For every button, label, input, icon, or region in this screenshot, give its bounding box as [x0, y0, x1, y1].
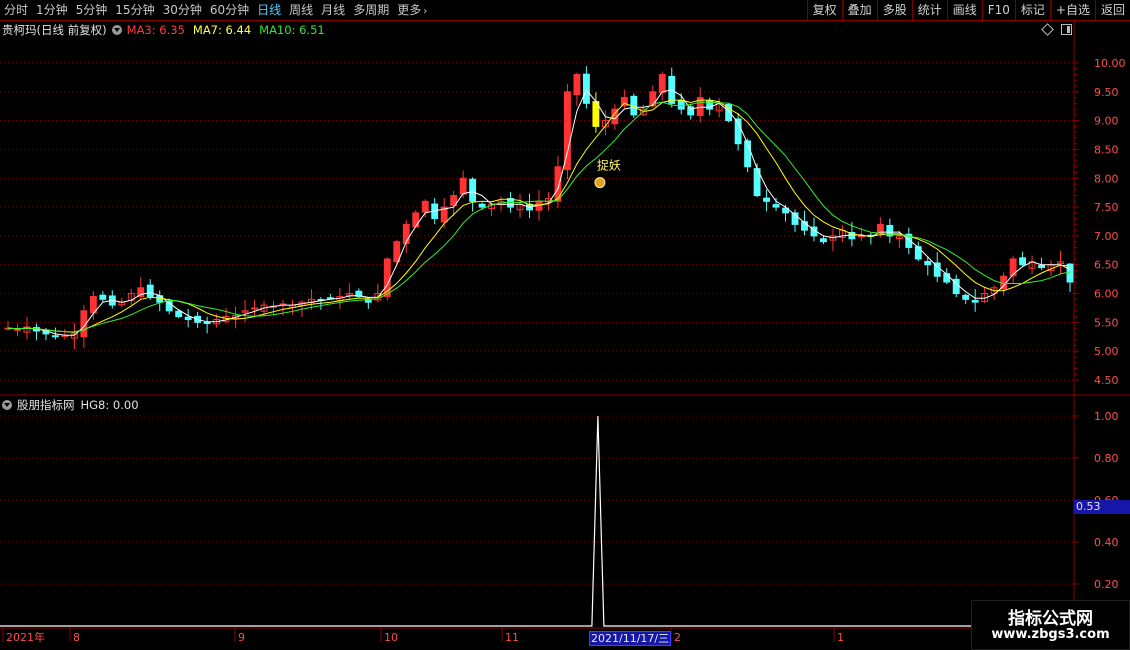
price-tick-label: 5.50 [1094, 316, 1119, 329]
price-panel-header: 贵柯玛(日线 前复权) MA3: 6.35 MA7: 6.44 MA10: 6.… [2, 23, 325, 37]
price-tick-label: 7.50 [1094, 201, 1119, 214]
candle-body [876, 223, 884, 234]
xaxis-label: 11 [505, 631, 519, 644]
candle-body [1038, 264, 1045, 269]
candle-body [772, 204, 780, 208]
candle-body [971, 299, 979, 303]
candle-body [687, 106, 695, 116]
candle-body [658, 74, 666, 94]
candle-body [554, 166, 562, 202]
indicator-tick-label: 0.20 [1094, 578, 1119, 591]
candle-body [402, 223, 410, 245]
candle-body [914, 246, 922, 260]
indicator-tick-label: 1.00 [1094, 410, 1119, 423]
price-tick-label: 4.50 [1094, 374, 1119, 387]
hg8-line [0, 415, 1074, 627]
candle-body [677, 100, 685, 110]
candle-body [203, 321, 211, 325]
indicator-tick-label: 0.40 [1094, 536, 1119, 549]
candle-body [184, 316, 192, 320]
dropdown-circle-icon[interactable] [111, 25, 122, 35]
price-tick-label: 9.00 [1094, 115, 1119, 128]
chart-canvas[interactable]: 10.00 9.50 9.00 8.50 8.00 7.50 7.00 6.50 6.00 5.5… [0, 0, 1130, 650]
watermark-title: 指标公式网 [1008, 609, 1093, 629]
candle-body [924, 260, 932, 266]
ma3-label: MA3: 6.35 [126, 23, 185, 37]
watermark-url: www.zbgs3.com [991, 627, 1110, 642]
price-tick-label: 7.00 [1094, 230, 1119, 243]
xaxis-label: 1 [837, 631, 844, 644]
cursor-value-box: 0.53 [1074, 500, 1130, 514]
candle-body [146, 284, 154, 297]
xaxis-label: 2 [674, 631, 681, 644]
money-bag-icon [594, 177, 606, 189]
signal-label: 捉妖 [597, 158, 621, 173]
panel-toggle-icon[interactable] [1061, 24, 1072, 35]
price-tick-label: 10.00 [1094, 57, 1126, 70]
panel-controls [1041, 23, 1072, 36]
candle-body [14, 328, 21, 331]
indicator-name: 股朋指标网 [17, 398, 75, 412]
candle-body [175, 310, 183, 318]
ma10-label: MA10: 6.51 [259, 23, 325, 37]
candle-body [459, 177, 467, 195]
stock-title: 贵柯玛(日线 前复权) [2, 23, 107, 37]
xaxis-label: 10 [384, 631, 398, 644]
candle-body [582, 73, 590, 104]
xaxis-label: 9 [238, 631, 245, 644]
candle-body [1066, 263, 1074, 283]
ma7-label: MA7: 6.44 [192, 23, 252, 37]
candle-body [763, 197, 771, 202]
price-tick-label: 6.50 [1094, 259, 1119, 272]
indicator-value: HG8: 0.00 [80, 398, 139, 412]
price-tick-label: 5.00 [1094, 345, 1119, 358]
candle-body [962, 294, 970, 300]
watermark: 指标公式网 www.zbgs3.com [971, 600, 1130, 650]
candle-body [1019, 257, 1027, 266]
candle-body [412, 212, 420, 228]
candle-body [51, 335, 59, 338]
candle-body [469, 178, 477, 202]
candle-body [137, 287, 145, 297]
price-tick-label: 6.00 [1094, 288, 1119, 301]
price-tick-label: 9.50 [1094, 86, 1119, 99]
dropdown-circle-icon[interactable] [2, 400, 12, 410]
candle-body [421, 200, 429, 213]
indicator-tick-label: 0.80 [1094, 452, 1119, 465]
indicator-panel-header: 股朋指标网 HG8: 0.00 [2, 398, 139, 412]
xaxis-label: 8 [73, 631, 80, 644]
diamond-icon[interactable] [1041, 23, 1054, 36]
candle-body [573, 74, 581, 96]
candle-body [99, 294, 107, 300]
cursor-date-box: 2021/11/17/三 [589, 631, 672, 646]
candle-body [820, 238, 827, 243]
xaxis-label: 2021年 [6, 630, 45, 644]
price-tick-label: 8.50 [1094, 143, 1119, 156]
price-tick-label: 8.00 [1094, 172, 1119, 185]
candle-body [478, 203, 486, 208]
candle-body [564, 91, 571, 171]
candle-body [326, 297, 334, 300]
